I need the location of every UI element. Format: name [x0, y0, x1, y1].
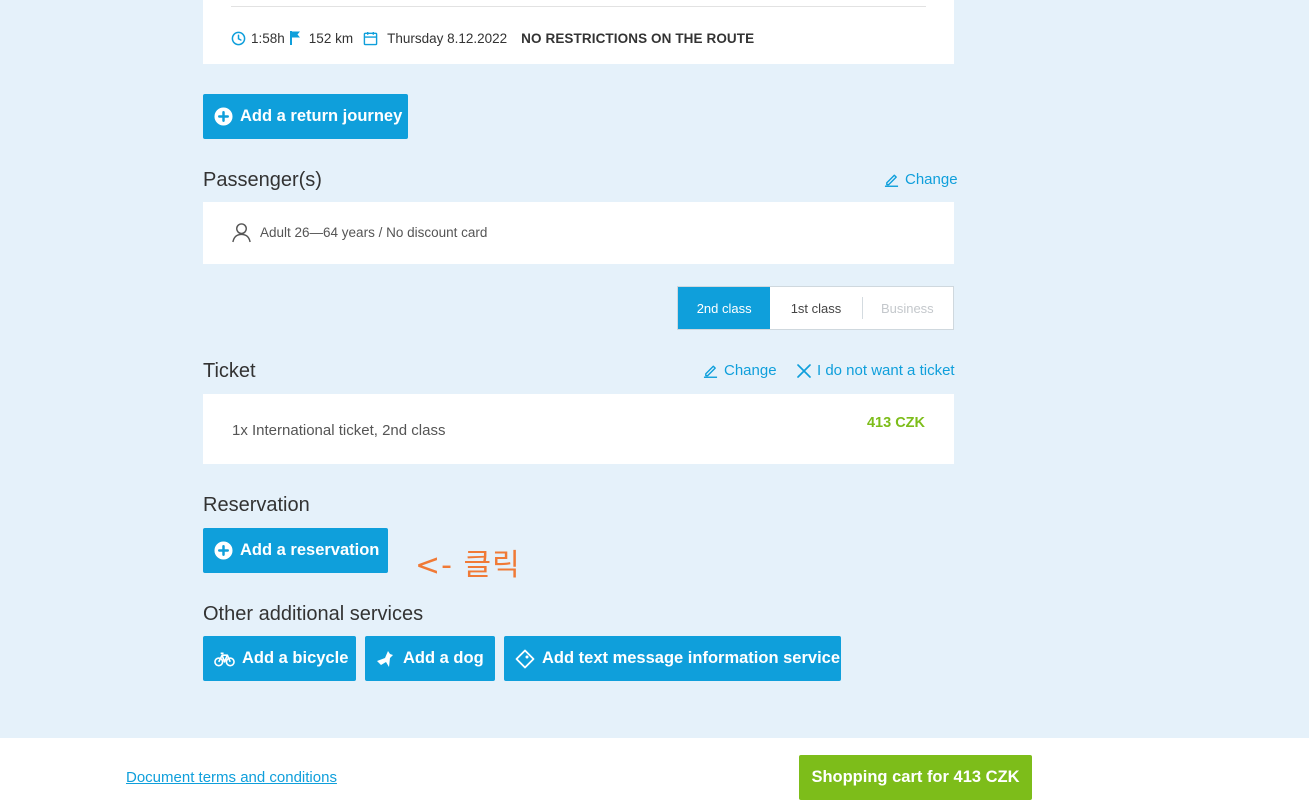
- ticket-price: 413 CZK: [866, 415, 925, 431]
- reservation-title: Reservation: [203, 494, 310, 516]
- ticket-change-label: Change: [724, 362, 777, 379]
- route-restriction: NO RESTRICTIONS ON THE ROUTE: [521, 30, 755, 46]
- add-bicycle-label: Add a bicycle: [242, 649, 349, 667]
- add-bicycle-button[interactable]: Add a bicycle: [203, 636, 356, 681]
- passengers-change-label: Change: [905, 171, 958, 188]
- pencil-icon: [884, 172, 899, 187]
- class-option-business: Business: [861, 287, 953, 329]
- class-option-business-label: Business: [880, 300, 934, 316]
- calendar-icon: [363, 31, 378, 46]
- add-dog-button[interactable]: Add a dog: [365, 636, 495, 681]
- terms-link[interactable]: Document terms and conditions: [126, 769, 337, 786]
- route-distance: 152 km: [308, 30, 354, 46]
- pencil-icon: [703, 363, 718, 378]
- page: 1:58h 152 km Thursday 8.12.2022 NO RESTR…: [0, 0, 1309, 805]
- ticket-title: Ticket: [203, 360, 256, 382]
- footer: Document terms and conditions Shopping c…: [0, 738, 1309, 805]
- other-services-title: Other additional services: [203, 603, 424, 625]
- click-annotation: <- 클릭: [415, 548, 521, 583]
- ticket-remove-link[interactable]: I do not want a ticket: [796, 362, 955, 379]
- route-divider: [231, 6, 926, 7]
- class-selector: 2nd class 1st class Business: [677, 286, 954, 330]
- passenger-card: Adult 26—64 years / No discount card: [203, 202, 954, 264]
- plus-circle-icon: [214, 541, 233, 560]
- bicycle-icon: [214, 651, 235, 667]
- add-return-journey-label: Add a return journey: [240, 107, 403, 125]
- add-text-message-label: Add text message information service: [542, 649, 841, 667]
- class-option-2nd[interactable]: 2nd class: [678, 287, 771, 329]
- clock-icon: [231, 31, 246, 46]
- person-icon: [231, 222, 252, 243]
- passenger-description: Adult 26—64 years / No discount card: [260, 225, 488, 240]
- ticket-description: 1x International ticket, 2nd class: [232, 422, 446, 439]
- add-reservation-label: Add a reservation: [240, 541, 380, 559]
- passenger-item: Adult 26—64 years / No discount card: [231, 222, 487, 243]
- ticket-change-link[interactable]: Change: [703, 362, 777, 379]
- class-separator: [861, 297, 863, 319]
- route-duration: 1:58h: [251, 30, 285, 46]
- ticket-remove-label: I do not want a ticket: [817, 362, 955, 379]
- passengers-change-link[interactable]: Change: [884, 171, 958, 188]
- add-dog-label: Add a dog: [403, 649, 484, 667]
- route-info: 1:58h 152 km Thursday 8.12.2022 NO RESTR…: [231, 28, 754, 48]
- add-reservation-button[interactable]: Add a reservation: [203, 528, 388, 573]
- dog-icon: [376, 649, 396, 669]
- add-text-message-button[interactable]: Add text message information service: [504, 636, 841, 681]
- add-return-journey-button[interactable]: Add a return journey: [203, 94, 408, 139]
- passengers-title: Passenger(s): [203, 169, 322, 191]
- flag-icon: [289, 30, 302, 46]
- class-option-1st[interactable]: 1st class: [770, 287, 861, 329]
- ticket-card: 1x International ticket, 2nd class 413 C…: [203, 394, 954, 464]
- close-icon: [796, 363, 812, 379]
- plus-circle-icon: [214, 107, 233, 126]
- class-option-1st-label: 1st class: [790, 300, 842, 316]
- route-summary-card: 1:58h 152 km Thursday 8.12.2022 NO RESTR…: [203, 0, 954, 64]
- class-option-2nd-label: 2nd class: [696, 300, 752, 316]
- tag-icon: [515, 649, 535, 669]
- route-date: Thursday 8.12.2022: [387, 30, 508, 46]
- shopping-cart-button[interactable]: Shopping cart for 413 CZK: [799, 755, 1032, 800]
